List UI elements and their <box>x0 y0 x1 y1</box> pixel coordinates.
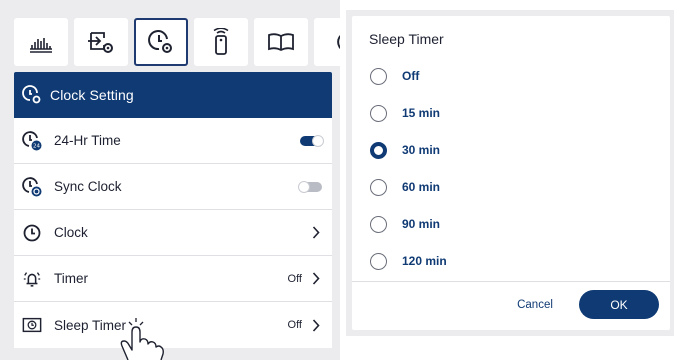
input-settings-icon <box>88 32 113 53</box>
book-icon <box>268 33 294 52</box>
sync-clock-icon <box>22 176 42 197</box>
menu-item-label: Timer <box>54 271 88 286</box>
clock-icon <box>22 223 42 243</box>
timer-value: Off <box>287 272 302 285</box>
remote-icon <box>213 28 229 55</box>
chevron-right-icon <box>310 318 322 332</box>
ok-button[interactable]: OK <box>579 290 659 319</box>
radio-button[interactable] <box>370 252 387 270</box>
clock-settings-icon <box>22 85 42 105</box>
dialog-divider <box>352 281 670 282</box>
radio-button-selected[interactable] <box>370 141 387 159</box>
radio-option-label: 60 min <box>402 180 441 194</box>
menu-item-label: Clock <box>54 225 88 240</box>
radio-option-120-min[interactable]: 120 min <box>370 248 447 274</box>
radio-button[interactable] <box>370 178 387 196</box>
tab-clock-settings[interactable] <box>134 18 188 66</box>
settings-panel: Clock Setting 24 24-Hr Time Sync Clock C… <box>0 0 340 360</box>
clock-setting-menu: Clock Setting 24 24-Hr Time Sync Clock C… <box>14 72 332 348</box>
menu-item-label: Sync Clock <box>54 179 122 194</box>
sleep-timer-dialog-backdrop: Sleep Timer Off 15 min 30 min 60 min 90 … <box>346 10 674 336</box>
tab-more[interactable] <box>314 18 340 66</box>
menu-title: Clock Setting <box>50 87 134 103</box>
chevron-right-icon <box>310 272 322 286</box>
clock-24-icon: 24 <box>22 130 42 151</box>
menu-item-label: 24-Hr Time <box>54 133 121 148</box>
menu-item-timer[interactable]: Timer Off <box>14 256 332 302</box>
radio-option-15-min[interactable]: 15 min <box>370 100 440 126</box>
alarm-bell-icon <box>22 269 42 289</box>
radio-option-label: Off <box>402 69 420 83</box>
sleep-timer-dialog: Sleep Timer Off 15 min 30 min 60 min 90 … <box>352 16 670 330</box>
radio-option-label: 120 min <box>402 254 447 268</box>
partial-tab-icon <box>337 35 340 49</box>
24hr-time-toggle[interactable] <box>300 134 324 147</box>
dialog-title: Sleep Timer <box>369 31 444 47</box>
svg-text:24: 24 <box>33 143 40 149</box>
tab-manual[interactable] <box>254 18 308 66</box>
menu-header: Clock Setting <box>14 72 332 118</box>
tab-picture[interactable] <box>14 18 68 66</box>
sync-clock-toggle[interactable] <box>298 180 322 193</box>
picture-mode-icon <box>30 38 52 53</box>
sleep-timer-value: Off <box>287 319 302 331</box>
clock-settings-icon <box>148 30 172 53</box>
menu-item-clock[interactable]: Clock <box>14 210 332 256</box>
sleep-timer-icon <box>22 315 42 335</box>
radio-option-off[interactable]: Off <box>370 63 419 89</box>
radio-option-60-min[interactable]: 60 min <box>370 174 440 200</box>
radio-option-30-min[interactable]: 30 min <box>370 137 440 163</box>
radio-button[interactable] <box>370 104 387 122</box>
cancel-button[interactable]: Cancel <box>500 291 570 319</box>
radio-option-label: 90 min <box>402 217 441 231</box>
tap-hand-icon <box>120 318 164 360</box>
tab-input[interactable] <box>74 18 128 66</box>
radio-button[interactable] <box>370 215 387 233</box>
radio-button[interactable] <box>370 67 387 85</box>
menu-item-24hr-time[interactable]: 24 24-Hr Time <box>14 118 332 164</box>
radio-option-label: 15 min <box>402 106 441 120</box>
chevron-right-icon <box>310 226 322 240</box>
category-tab-bar <box>0 0 340 72</box>
tab-remote[interactable] <box>194 18 248 66</box>
radio-option-90-min[interactable]: 90 min <box>370 211 440 237</box>
radio-option-label: 30 min <box>402 143 441 157</box>
menu-item-sync-clock[interactable]: Sync Clock <box>14 164 332 210</box>
